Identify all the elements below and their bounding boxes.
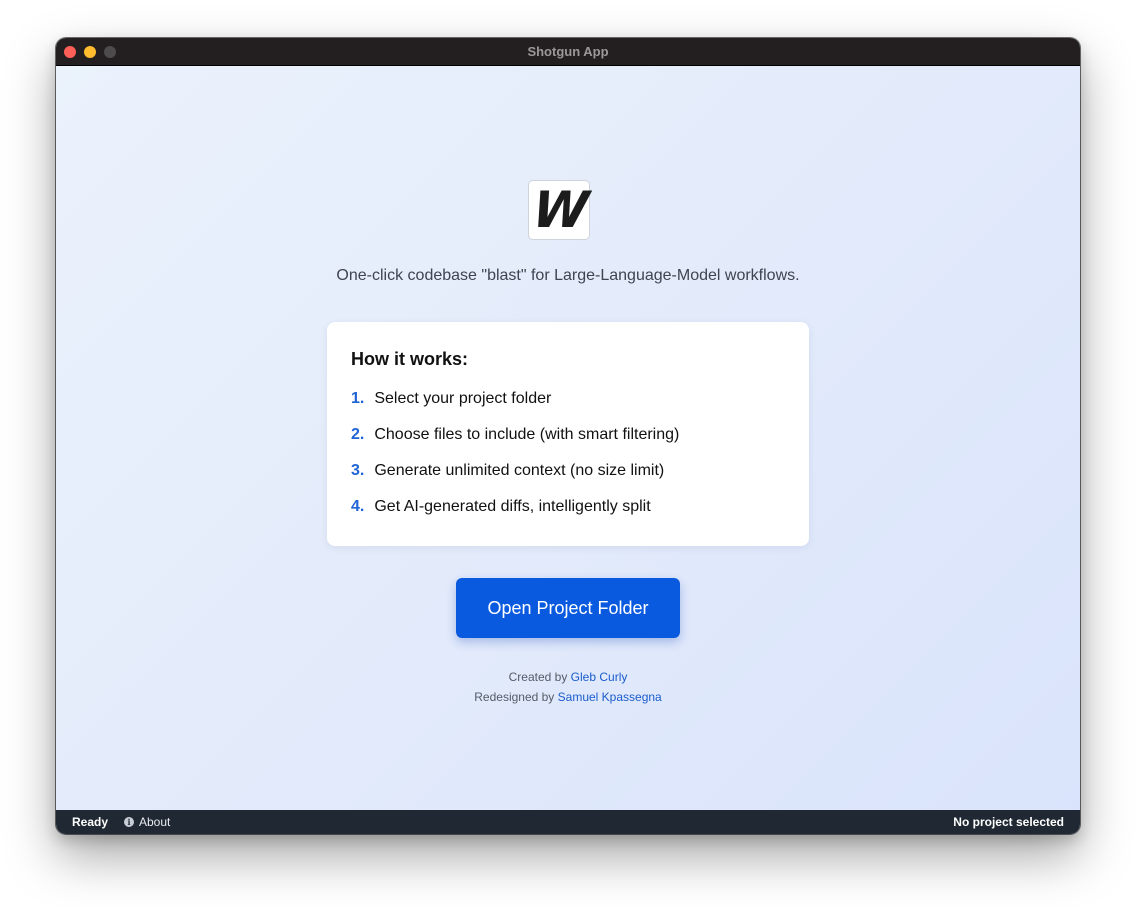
- redesigned-by-label: Redesigned by: [474, 690, 555, 704]
- step-text: Choose files to include (with smart filt…: [374, 426, 680, 443]
- logo-letter: W: [529, 181, 589, 239]
- app-logo: W: [528, 180, 590, 240]
- samuel-kpassegna-link[interactable]: Samuel Kpassegna: [558, 690, 662, 704]
- created-by-label: Created by: [508, 670, 568, 684]
- step-number: 3.: [351, 462, 365, 479]
- title-bar[interactable]: Shotgun App: [56, 38, 1080, 66]
- gleb-curly-link[interactable]: Gleb Curly: [571, 670, 628, 684]
- info-icon: i: [124, 817, 134, 827]
- step-number: 1.: [351, 390, 365, 407]
- status-ready: Ready: [72, 815, 109, 829]
- project-status: No project selected: [953, 815, 1064, 829]
- step-text: Generate unlimited context (no size limi…: [374, 462, 665, 479]
- step-number: 4.: [351, 498, 365, 515]
- tagline: One-click codebase "blast" for Large-Lan…: [336, 267, 800, 284]
- step-text: Select your project folder: [374, 390, 552, 407]
- about-button[interactable]: i About: [124, 815, 170, 829]
- created-by-credit: Created by Gleb Curly: [56, 670, 1080, 684]
- card-title: How it works:: [351, 349, 469, 369]
- step-item: 4. Get AI-generated diffs, intelligently…: [351, 498, 679, 534]
- step-item: 3. Generate unlimited context (no size l…: [351, 462, 679, 498]
- open-project-folder-button[interactable]: Open Project Folder: [456, 578, 680, 638]
- window-title: Shotgun App: [527, 44, 609, 59]
- steps-list: 1. Select your project folder 2. Choose …: [351, 390, 679, 534]
- about-label: About: [139, 815, 171, 829]
- step-item: 2. Choose files to include (with smart f…: [351, 426, 679, 462]
- status-bar: Ready i About No project selected: [56, 810, 1080, 834]
- app-window: Shotgun App W One-click codebase "blast"…: [56, 38, 1080, 834]
- redesigned-by-credit: Redesigned by Samuel Kpassegna: [56, 690, 1080, 704]
- step-text: Get AI-generated diffs, intelligently sp…: [374, 498, 651, 515]
- step-item: 1. Select your project folder: [351, 390, 679, 426]
- how-it-works-card: How it works: 1. Select your project fol…: [327, 322, 809, 546]
- step-number: 2.: [351, 426, 365, 443]
